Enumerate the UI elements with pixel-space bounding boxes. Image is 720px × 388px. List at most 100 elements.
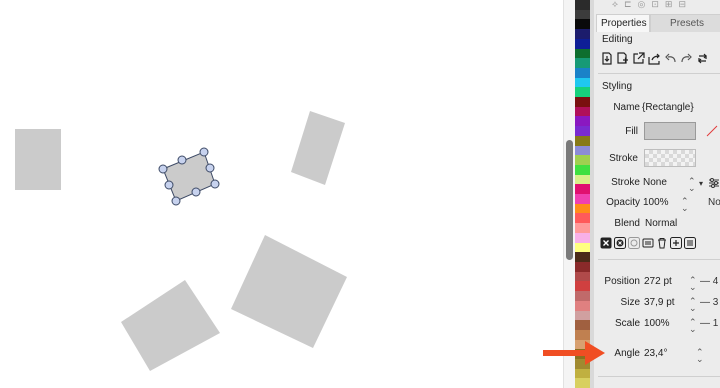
palette-swatch[interactable] [575, 320, 590, 330]
position-stepper-icon[interactable]: ⌃ ⌄ [689, 276, 697, 292]
palette-swatch[interactable] [575, 252, 590, 262]
arrows-icon[interactable]: ⟡ [612, 0, 618, 10]
palette-swatch[interactable] [575, 291, 590, 301]
shape-rectangle-2[interactable] [291, 111, 345, 185]
close-box-icon[interactable] [614, 237, 626, 249]
scale-value[interactable]: 100% [644, 318, 670, 329]
name-label: Name [613, 102, 640, 113]
style-icon[interactable] [628, 237, 640, 249]
palette-swatch[interactable] [575, 378, 590, 388]
palette-swatch[interactable] [575, 106, 590, 117]
palette-swatch[interactable] [575, 310, 590, 321]
palette-swatch[interactable] [575, 271, 590, 282]
palette-swatch[interactable] [575, 116, 590, 127]
blend-value[interactable]: Normal [645, 218, 677, 229]
selection-handle[interactable] [171, 196, 181, 206]
palette-swatch[interactable] [575, 19, 590, 30]
palette-swatch[interactable] [575, 261, 590, 272]
selection-handle[interactable] [191, 187, 201, 197]
color-palette[interactable] [575, 0, 590, 388]
palette-swatch[interactable] [575, 184, 590, 195]
palette-swatch[interactable] [575, 164, 590, 175]
opacity-stepper-icon[interactable]: ⌃ ⌄ [681, 197, 689, 213]
open-external-icon[interactable] [632, 52, 645, 65]
opacity-right-value[interactable]: No [708, 197, 720, 208]
position-right-value[interactable]: — 4 [700, 276, 718, 287]
canvas-vertical-scrollbar[interactable] [563, 0, 575, 388]
target-icon[interactable]: ◎ [638, 0, 646, 10]
tab-properties[interactable]: Properties [596, 14, 650, 32]
palette-swatch[interactable] [575, 155, 590, 165]
palette-swatch[interactable] [575, 174, 590, 185]
palette-swatch[interactable] [575, 300, 590, 311]
fill-color-well[interactable] [644, 122, 696, 140]
selection-handle[interactable] [205, 163, 215, 173]
drawing-canvas[interactable] [0, 0, 563, 388]
selected-shape[interactable] [158, 147, 220, 206]
stroke-color-well[interactable] [644, 149, 696, 167]
palette-swatch[interactable] [575, 368, 590, 379]
scale-stepper-icon[interactable]: ⌃ ⌄ [689, 318, 697, 334]
palette-swatch[interactable] [575, 145, 590, 156]
shape-rectangle-3[interactable] [231, 235, 347, 348]
selection-handle[interactable] [158, 164, 168, 174]
grid-icon[interactable]: ⊡ [651, 0, 659, 10]
size-right-value[interactable]: — 3 [700, 297, 718, 308]
position-value[interactable]: 272 pt [644, 276, 672, 287]
palette-swatch[interactable] [575, 9, 590, 20]
palette-swatch[interactable] [575, 126, 590, 136]
align-icon[interactable]: ⊏ [624, 0, 632, 10]
list-icon[interactable] [684, 237, 696, 249]
palette-swatch[interactable] [575, 67, 590, 78]
delete-icon[interactable] [600, 237, 612, 249]
palette-swatch[interactable] [575, 38, 590, 49]
refresh-icon[interactable] [696, 52, 709, 65]
trash-icon[interactable] [656, 237, 668, 249]
export-icon[interactable] [600, 52, 613, 65]
palette-swatch[interactable] [575, 223, 590, 233]
palette-swatch[interactable] [575, 97, 590, 107]
selection-handle[interactable] [177, 155, 187, 165]
angle-stepper-icon[interactable]: ⌃ ⌄ [696, 348, 704, 364]
undo-icon[interactable] [664, 52, 677, 65]
palette-swatch[interactable] [575, 58, 590, 68]
redo-icon[interactable] [680, 52, 693, 65]
palette-swatch[interactable] [575, 232, 590, 243]
opacity-value[interactable]: 100% [643, 197, 669, 208]
palette-swatch[interactable] [575, 48, 590, 59]
selection-handle[interactable] [164, 180, 174, 190]
palette-swatch[interactable] [575, 281, 590, 292]
name-value[interactable]: {Rectangle} [642, 102, 694, 113]
palette-swatch[interactable] [575, 213, 590, 224]
selection-handle[interactable] [199, 147, 209, 157]
share-icon[interactable] [648, 52, 661, 65]
palette-swatch[interactable] [575, 203, 590, 214]
angle-value[interactable]: 23,4° [644, 348, 667, 359]
duplicate-icon[interactable] [616, 52, 629, 65]
palette-swatch[interactable] [575, 194, 590, 204]
shape-rectangle-4[interactable] [121, 280, 220, 371]
palette-swatch[interactable] [575, 29, 590, 39]
palette-swatch[interactable] [575, 242, 590, 253]
stroke-settings-icon[interactable] [708, 177, 720, 189]
selection-handle[interactable] [210, 179, 220, 189]
palette-swatch[interactable] [575, 135, 590, 146]
more-icon[interactable]: ⊟ [678, 0, 686, 10]
size-stepper-icon[interactable]: ⌃ ⌄ [689, 297, 697, 313]
palette-swatch[interactable] [575, 87, 590, 98]
library-icon[interactable] [642, 237, 654, 249]
no-fill-icon[interactable] [706, 125, 718, 137]
stroke-style-dropdown-icon[interactable]: ⌃ ⌄ [688, 177, 696, 193]
palette-swatch[interactable] [575, 77, 590, 88]
layers-icon[interactable]: ⊞ [665, 0, 673, 10]
shape-rectangle-1[interactable] [15, 129, 61, 190]
size-value[interactable]: 37,9 pt [644, 297, 675, 308]
scale-right-value[interactable]: — 1 [700, 318, 718, 329]
add-icon[interactable] [670, 237, 682, 249]
palette-swatch[interactable] [575, 0, 590, 10]
tab-presets[interactable]: Presets [650, 14, 720, 32]
palette-swatch[interactable] [575, 329, 590, 340]
scrollbar-thumb[interactable] [566, 140, 573, 260]
stroke-arrow-icon[interactable]: ▾ [699, 179, 703, 188]
stroke-style-value[interactable]: None [643, 177, 667, 188]
